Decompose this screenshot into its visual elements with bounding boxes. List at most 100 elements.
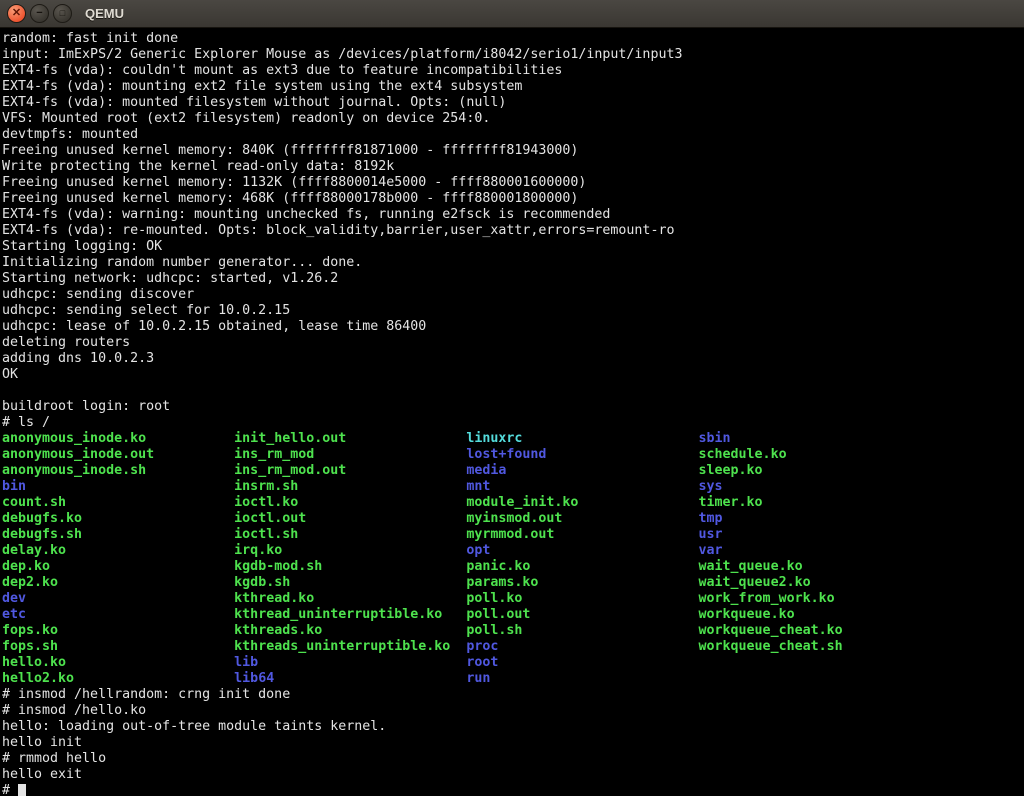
file-name: opt xyxy=(466,543,698,558)
file-name: fops.ko xyxy=(2,623,234,638)
terminal-line: # xyxy=(2,783,1024,796)
terminal-text: # insmod /hellrandom: crng init done xyxy=(2,687,290,702)
file-name: dev xyxy=(2,591,234,606)
file-name: sys xyxy=(699,479,723,494)
file-name: ins_rm_mod.out xyxy=(234,463,466,478)
terminal-text: buildroot login: root xyxy=(2,399,170,414)
terminal-line: Starting logging: OK xyxy=(2,239,1024,255)
terminal-text: EXT4-fs (vda): warning: mounting uncheck… xyxy=(2,207,610,222)
terminal-line: OK xyxy=(2,367,1024,383)
terminal[interactable]: random: fast init doneinput: ImExPS/2 Ge… xyxy=(0,28,1024,796)
file-name: work_from_work.ko xyxy=(699,591,835,606)
file-name: run xyxy=(466,671,490,686)
maximize-button[interactable]: □ xyxy=(53,4,72,23)
file-name: dep.ko xyxy=(2,559,234,574)
terminal-text: # ls / xyxy=(2,415,50,430)
terminal-line: udhcpc: lease of 10.0.2.15 obtained, lea… xyxy=(2,319,1024,335)
file-name: root xyxy=(466,655,498,670)
file-name: anonymous_inode.out xyxy=(2,447,234,462)
file-name: panic.ko xyxy=(466,559,698,574)
terminal-line: bin insrm.sh mnt sys xyxy=(2,479,1024,495)
file-name: kthreads.ko xyxy=(234,623,466,638)
file-name: anonymous_inode.ko xyxy=(2,431,234,446)
terminal-line: VFS: Mounted root (ext2 filesystem) read… xyxy=(2,111,1024,127)
file-name: sbin xyxy=(699,431,731,446)
terminal-line: udhcpc: sending select for 10.0.2.15 xyxy=(2,303,1024,319)
terminal-text: Starting logging: OK xyxy=(2,239,162,254)
file-name: var xyxy=(699,543,723,558)
terminal-text: input: ImExPS/2 Generic Explorer Mouse a… xyxy=(2,47,682,62)
terminal-text: Initializing random number generator... … xyxy=(2,255,362,270)
minimize-icon: − xyxy=(36,8,42,19)
file-name: etc xyxy=(2,607,234,622)
file-name: delay.ko xyxy=(2,543,234,558)
terminal-line: anonymous_inode.out ins_rm_mod lost+foun… xyxy=(2,447,1024,463)
terminal-text: deleting routers xyxy=(2,335,130,350)
file-name: myrmmod.out xyxy=(466,527,698,542)
terminal-line: fops.sh kthreads_uninterruptible.ko proc… xyxy=(2,639,1024,655)
terminal-line: Freeing unused kernel memory: 468K (ffff… xyxy=(2,191,1024,207)
terminal-text: OK xyxy=(2,367,18,382)
terminal-line: hello2.ko lib64 run xyxy=(2,671,1024,687)
terminal-line: debugfs.sh ioctl.sh myrmmod.out usr xyxy=(2,527,1024,543)
titlebar[interactable]: ✕ − □ QEMU xyxy=(0,0,1024,28)
file-name: irq.ko xyxy=(234,543,466,558)
terminal-text: Freeing unused kernel memory: 840K (ffff… xyxy=(2,143,578,158)
file-name: debugfs.ko xyxy=(2,511,234,526)
maximize-icon: □ xyxy=(60,9,65,18)
close-icon: ✕ xyxy=(12,8,21,19)
terminal-line: buildroot login: root xyxy=(2,399,1024,415)
terminal-text: EXT4-fs (vda): couldn't mount as ext3 du… xyxy=(2,63,562,78)
terminal-line: devtmpfs: mounted xyxy=(2,127,1024,143)
terminal-text: VFS: Mounted root (ext2 filesystem) read… xyxy=(2,111,490,126)
file-name: schedule.ko xyxy=(699,447,787,462)
terminal-line: hello init xyxy=(2,735,1024,751)
terminal-line: # rmmod hello xyxy=(2,751,1024,767)
terminal-line: Starting network: udhcpc: started, v1.26… xyxy=(2,271,1024,287)
file-name: myinsmod.out xyxy=(466,511,698,526)
file-name: poll.sh xyxy=(466,623,698,638)
file-name: init_hello.out xyxy=(234,431,466,446)
file-name: debugfs.sh xyxy=(2,527,234,542)
terminal-line: fops.ko kthreads.ko poll.sh workqueue_ch… xyxy=(2,623,1024,639)
terminal-line: Initializing random number generator... … xyxy=(2,255,1024,271)
terminal-text: udhcpc: lease of 10.0.2.15 obtained, lea… xyxy=(2,319,426,334)
terminal-line xyxy=(2,383,1024,399)
file-name: kgdb.sh xyxy=(234,575,466,590)
terminal-line: debugfs.ko ioctl.out myinsmod.out tmp xyxy=(2,511,1024,527)
file-name: bin xyxy=(2,479,234,494)
file-name: timer.ko xyxy=(699,495,763,510)
terminal-line: Freeing unused kernel memory: 840K (ffff… xyxy=(2,143,1024,159)
terminal-text: EXT4-fs (vda): re-mounted. Opts: block_v… xyxy=(2,223,674,238)
terminal-text: Freeing unused kernel memory: 468K (ffff… xyxy=(2,191,578,206)
file-name: poll.out xyxy=(466,607,698,622)
terminal-line: Write protecting the kernel read-only da… xyxy=(2,159,1024,175)
file-name: anonymous_inode.sh xyxy=(2,463,234,478)
terminal-line: EXT4-fs (vda): mounting ext2 file system… xyxy=(2,79,1024,95)
terminal-line: # insmod /hellrandom: crng init done xyxy=(2,687,1024,703)
terminal-text: Write protecting the kernel read-only da… xyxy=(2,159,394,174)
file-name: ins_rm_mod xyxy=(234,447,466,462)
terminal-line: anonymous_inode.ko init_hello.out linuxr… xyxy=(2,431,1024,447)
minimize-button[interactable]: − xyxy=(30,4,49,23)
terminal-line: hello exit xyxy=(2,767,1024,783)
file-name: hello.ko xyxy=(2,655,234,670)
terminal-text: devtmpfs: mounted xyxy=(2,127,138,142)
terminal-line: EXT4-fs (vda): mounted filesystem withou… xyxy=(2,95,1024,111)
file-name: kgdb-mod.sh xyxy=(234,559,466,574)
file-name: tmp xyxy=(699,511,723,526)
file-name: wait_queue2.ko xyxy=(699,575,811,590)
terminal-line: hello.ko lib root xyxy=(2,655,1024,671)
terminal-line: hello: loading out-of-tree module taints… xyxy=(2,719,1024,735)
terminal-line: anonymous_inode.sh ins_rm_mod.out media … xyxy=(2,463,1024,479)
terminal-text: hello exit xyxy=(2,767,82,782)
terminal-cursor xyxy=(18,784,26,796)
file-name: poll.ko xyxy=(466,591,698,606)
file-name: linuxrc xyxy=(466,431,698,446)
terminal-text: # insmod /hello.ko xyxy=(2,703,146,718)
terminal-line: EXT4-fs (vda): re-mounted. Opts: block_v… xyxy=(2,223,1024,239)
terminal-text: hello: loading out-of-tree module taints… xyxy=(2,719,386,734)
terminal-line: random: fast init done xyxy=(2,31,1024,47)
close-button[interactable]: ✕ xyxy=(7,4,26,23)
terminal-text: udhcpc: sending select for 10.0.2.15 xyxy=(2,303,290,318)
